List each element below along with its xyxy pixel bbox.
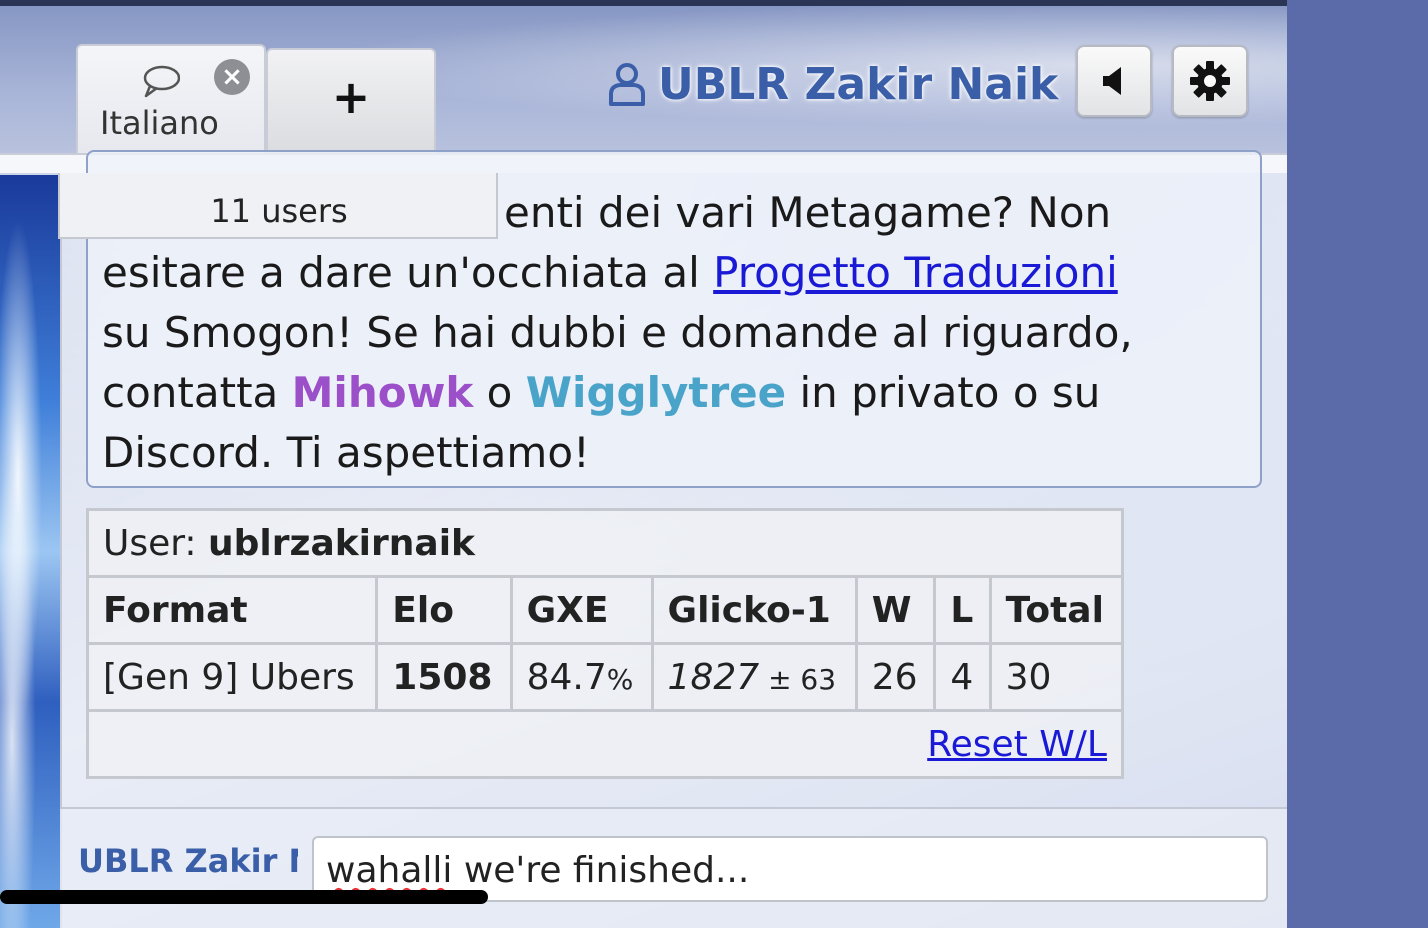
col-elo: Elo (375, 575, 513, 645)
cell-glicko: 1827 ± 63 (650, 642, 858, 712)
announcement-line: Discord. Ti aspettiamo! (102, 428, 590, 477)
announcement-line-text: contatta (102, 368, 292, 417)
reset-wl-link[interactable]: Reset W/L (927, 724, 1107, 765)
cell-elo: 1508 (375, 642, 513, 712)
table-row: [Gen 9] Ubers 1508 84.7% 1827 ± 63 26 4 … (85, 642, 1125, 712)
cell-l: 4 (933, 642, 992, 712)
tab-label: Italiano (100, 104, 219, 142)
cell-gxe: 84.7% (509, 642, 654, 712)
announcement-line-text: o (473, 368, 526, 417)
glicko-value: 1827 (667, 656, 760, 698)
gxe-unit: % (606, 662, 634, 696)
cell-format: [Gen 9] Ubers (85, 642, 379, 712)
close-icon[interactable]: × (214, 59, 250, 95)
chat-username[interactable]: UBLR Zakir Naik (78, 842, 298, 880)
col-glicko: Glicko-1 (650, 575, 858, 645)
gxe-value: 84.7 (526, 656, 607, 698)
glicko-deviation: ± 63 (759, 662, 837, 696)
announcement-line: esitare a dare un'occhiata al Progetto T… (102, 243, 1242, 303)
announcement-line: contatta Mihowk o Wigglytree in privato … (102, 363, 1242, 423)
chat-input-text: we're finished... (452, 850, 750, 891)
add-tab-button[interactable]: + (266, 48, 436, 153)
announcement-line: su Smogon! Se hai dubbi e domande al rig… (102, 308, 1133, 357)
speaker-icon (1103, 67, 1121, 95)
userlist-toggle[interactable]: 11 users (58, 173, 498, 239)
col-l: L (933, 575, 992, 645)
settings-button[interactable] (1172, 45, 1248, 117)
col-w: W (854, 575, 937, 645)
ladder-user-cell: User: ublrzakirnaik (86, 508, 1124, 578)
background-art (0, 175, 60, 928)
col-total: Total (988, 575, 1125, 645)
cell-total: 30 (988, 642, 1125, 712)
ladder-header-row: Format Elo GXE Glicko-1 W L Total (85, 575, 1125, 645)
ladder-table: User: ublrzakirnaik Format Elo GXE Glick… (85, 508, 1125, 779)
app-stage: × Italiano + UBLR Zakir Naik enti dei va… (0, 0, 1287, 928)
username-wigglytree[interactable]: Wigglytree (526, 368, 786, 417)
ladder-user-value: ublrzakirnaik (208, 522, 475, 564)
gear-icon (1190, 61, 1230, 101)
announcement-line-text: esitare a dare un'occhiata al (102, 248, 714, 297)
username-mihowk[interactable]: Mihowk (292, 368, 474, 417)
col-gxe: GXE (509, 575, 654, 645)
user-menu-button[interactable]: UBLR Zakir Naik (608, 56, 1058, 112)
plus-icon: + (331, 70, 371, 124)
ladder-user-row: User: ublrzakirnaik (86, 508, 1124, 578)
username-label: UBLR Zakir Naik (658, 58, 1059, 110)
col-format: Format (85, 575, 379, 645)
sound-button[interactable] (1076, 45, 1152, 117)
chat-bubble-icon (143, 65, 180, 98)
user-icon (609, 63, 645, 106)
cell-w: 26 (854, 642, 937, 712)
scroll-indicator (0, 890, 488, 904)
tab-italiano[interactable]: × Italiano (76, 44, 266, 155)
ladder-user-label: User: (103, 522, 208, 564)
announcement-line-text: in privato o su (786, 368, 1101, 417)
elo-value: 1508 (392, 656, 493, 698)
ladder-footer-row: Reset W/L (86, 709, 1124, 779)
progetto-traduzioni-link[interactable]: Progetto Traduzioni (713, 248, 1118, 297)
ladder-footer-cell: Reset W/L (86, 709, 1124, 779)
misspelled-word: wahalli (326, 850, 453, 891)
announcement-line-text: enti dei vari Metagame? Non (504, 188, 1112, 237)
